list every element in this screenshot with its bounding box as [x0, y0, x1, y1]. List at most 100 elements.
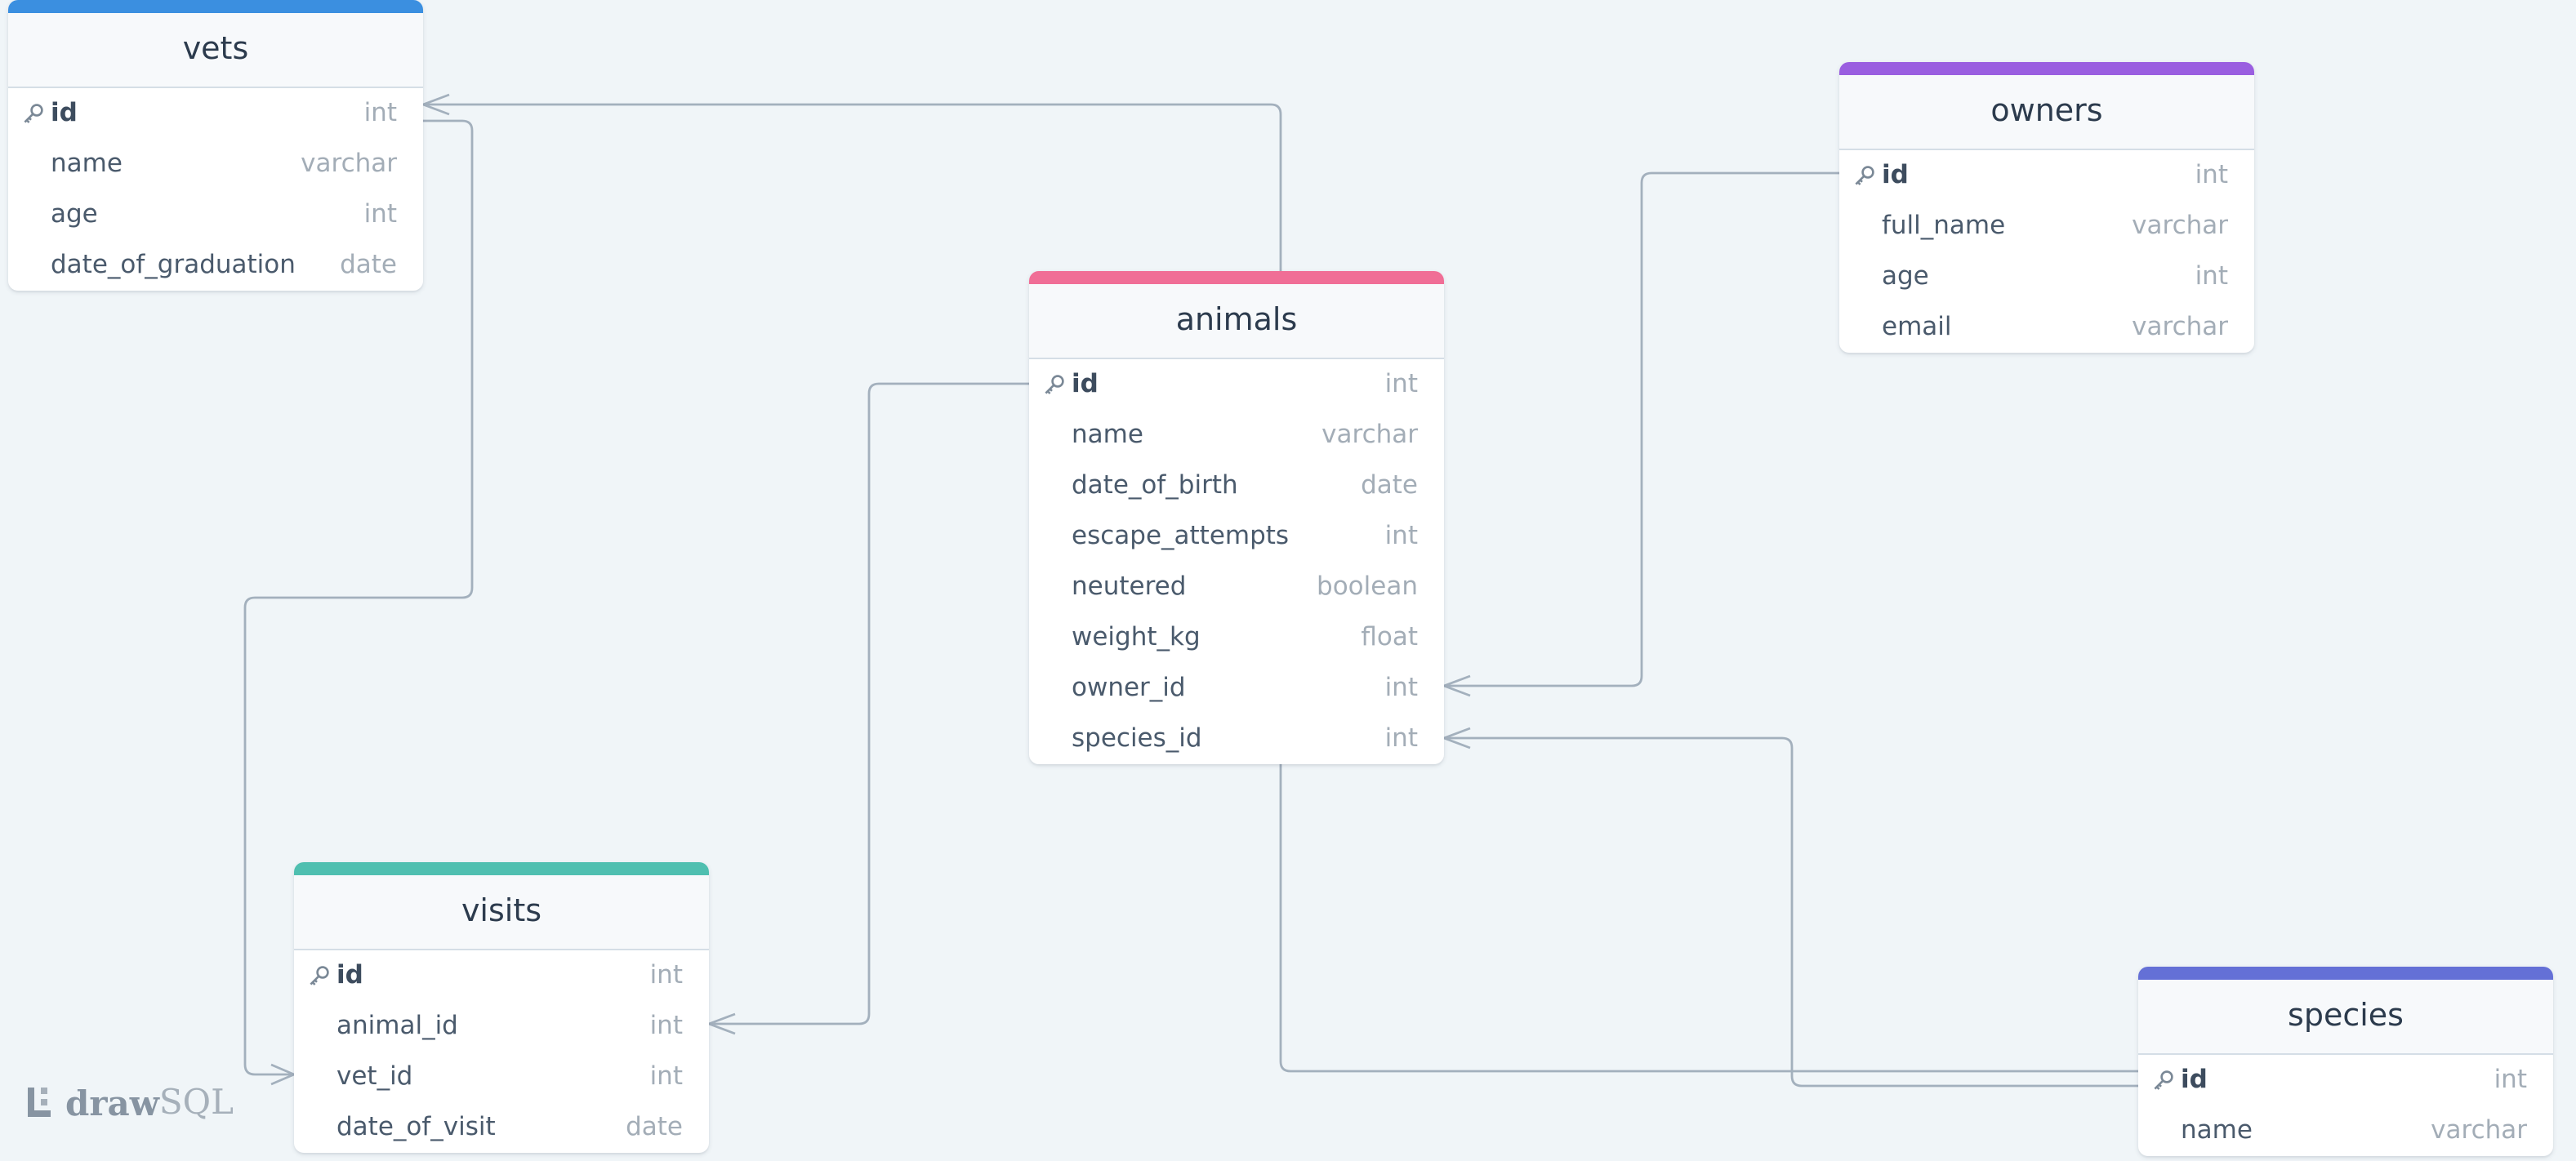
relationship-vets-animals[interactable] — [423, 103, 1282, 271]
table-color-bar — [1029, 271, 1444, 284]
table-vets[interactable]: vets id int name varchar age int date_of… — [8, 0, 423, 291]
crowsfoot-visits-vet-id — [270, 1063, 295, 1086]
column-row[interactable]: date_of_visit date — [294, 1102, 709, 1153]
table-color-bar — [8, 0, 423, 13]
crowsfoot-vets-id — [422, 93, 450, 116]
column-type: int — [649, 1011, 683, 1040]
table-animals[interactable]: animals id int name varchar date_of_birt… — [1029, 271, 1444, 764]
table-visits[interactable]: visits id int animal_id int vet_id int d… — [294, 862, 709, 1153]
crowsfoot-animals-owner-id — [1443, 674, 1471, 697]
column-name: weight_kg — [1072, 622, 1201, 652]
column-type: int — [2195, 261, 2228, 291]
table-color-bar — [2138, 967, 2553, 980]
column-type: int — [363, 199, 397, 229]
column-name: id — [336, 960, 363, 990]
key-icon — [2154, 1070, 2173, 1090]
column-name: escape_attempts — [1072, 521, 1290, 550]
column-row[interactable]: escape_attempts int — [1029, 511, 1444, 562]
column-type: int — [1384, 521, 1418, 550]
column-type: int — [2195, 160, 2228, 189]
key-icon — [310, 966, 329, 985]
table-owners[interactable]: owners id int full_name varchar age int … — [1839, 62, 2254, 353]
column-row[interactable]: id int — [1029, 359, 1444, 410]
column-row[interactable]: id int — [8, 88, 423, 139]
column-type: date — [340, 250, 397, 279]
column-name: neutered — [1072, 572, 1187, 601]
drawsql-logo[interactable]: draw SQL — [26, 1081, 234, 1123]
relationship-owners-animals[interactable] — [1444, 171, 1839, 687]
column-row[interactable]: name varchar — [2138, 1105, 2553, 1156]
table-title[interactable]: animals — [1029, 284, 1444, 359]
column-name: owner_id — [1072, 673, 1186, 702]
column-type: date — [1361, 470, 1418, 500]
column-type: int — [363, 98, 397, 127]
key-icon — [24, 104, 43, 123]
column-type: varchar — [1321, 420, 1418, 449]
column-row[interactable]: full_name varchar — [1839, 201, 2254, 251]
column-row[interactable]: id int — [294, 950, 709, 1001]
column-type: varchar — [2132, 312, 2228, 341]
column-type: int — [1384, 723, 1418, 753]
column-row[interactable]: species_id int — [1029, 714, 1444, 764]
column-name: species_id — [1072, 723, 1202, 753]
column-name: vet_id — [336, 1061, 413, 1091]
logo-word-sql: SQL — [158, 1083, 234, 1122]
column-row[interactable]: age int — [1839, 251, 2254, 302]
column-row[interactable]: name varchar — [8, 139, 423, 189]
column-name: id — [1072, 369, 1099, 398]
column-type: int — [1384, 369, 1418, 398]
table-title[interactable]: vets — [8, 13, 423, 88]
column-type: int — [649, 1061, 683, 1091]
crowsfoot-animals-species-id — [1443, 727, 1471, 750]
column-name: date_of_visit — [336, 1112, 496, 1141]
column-type: float — [1361, 622, 1418, 652]
column-name: age — [1882, 261, 1929, 291]
column-type: int — [649, 960, 683, 990]
column-name: full_name — [1882, 211, 2006, 240]
column-type: boolean — [1317, 572, 1418, 601]
column-name: date_of_birth — [1072, 470, 1238, 500]
table-species[interactable]: species id int name varchar — [2138, 967, 2553, 1156]
column-name: email — [1882, 312, 1952, 341]
column-row[interactable]: date_of_graduation date — [8, 240, 423, 291]
table-color-bar — [294, 862, 709, 875]
relationship-animals-species[interactable] — [1279, 764, 2138, 1073]
column-row[interactable]: animal_id int — [294, 1001, 709, 1052]
column-name: name — [2181, 1115, 2253, 1145]
column-row[interactable]: date_of_birth date — [1029, 460, 1444, 511]
column-row[interactable]: owner_id int — [1029, 663, 1444, 714]
table-title[interactable]: visits — [294, 875, 709, 950]
drawsql-logo-icon — [28, 1088, 51, 1117]
column-type: varchar — [2431, 1115, 2527, 1145]
relationship-animals-visits[interactable] — [709, 382, 1029, 1025]
key-icon — [1045, 375, 1064, 394]
column-row[interactable]: id int — [2138, 1055, 2553, 1105]
column-name: name — [51, 149, 123, 178]
column-name: date_of_graduation — [51, 250, 296, 279]
table-title[interactable]: species — [2138, 980, 2553, 1055]
column-row[interactable]: id int — [1839, 150, 2254, 201]
relationship-species-animals[interactable] — [1444, 736, 2138, 1088]
column-name: id — [51, 98, 78, 127]
column-row[interactable]: age int — [8, 189, 423, 240]
column-name: id — [2181, 1065, 2208, 1094]
column-type: date — [626, 1112, 683, 1141]
column-row[interactable]: neutered boolean — [1029, 562, 1444, 612]
key-icon — [1855, 166, 1874, 185]
column-name: id — [1882, 160, 1909, 189]
column-row[interactable]: weight_kg float — [1029, 612, 1444, 663]
column-row[interactable]: email varchar — [1839, 302, 2254, 353]
diagram-canvas[interactable]: vets id int name varchar age int date_of… — [0, 0, 2576, 1161]
column-row[interactable]: name varchar — [1029, 410, 1444, 460]
column-type: int — [1384, 673, 1418, 702]
column-row[interactable]: vet_id int — [294, 1052, 709, 1102]
column-type: varchar — [301, 149, 397, 178]
column-type: varchar — [2132, 211, 2228, 240]
column-name: name — [1072, 420, 1143, 449]
logo-word-draw: draw — [65, 1082, 159, 1123]
table-title[interactable]: owners — [1839, 75, 2254, 150]
column-name: animal_id — [336, 1011, 458, 1040]
column-type: int — [2494, 1065, 2527, 1094]
column-name: age — [51, 199, 98, 229]
crowsfoot-visits-animal-id — [708, 1012, 736, 1035]
